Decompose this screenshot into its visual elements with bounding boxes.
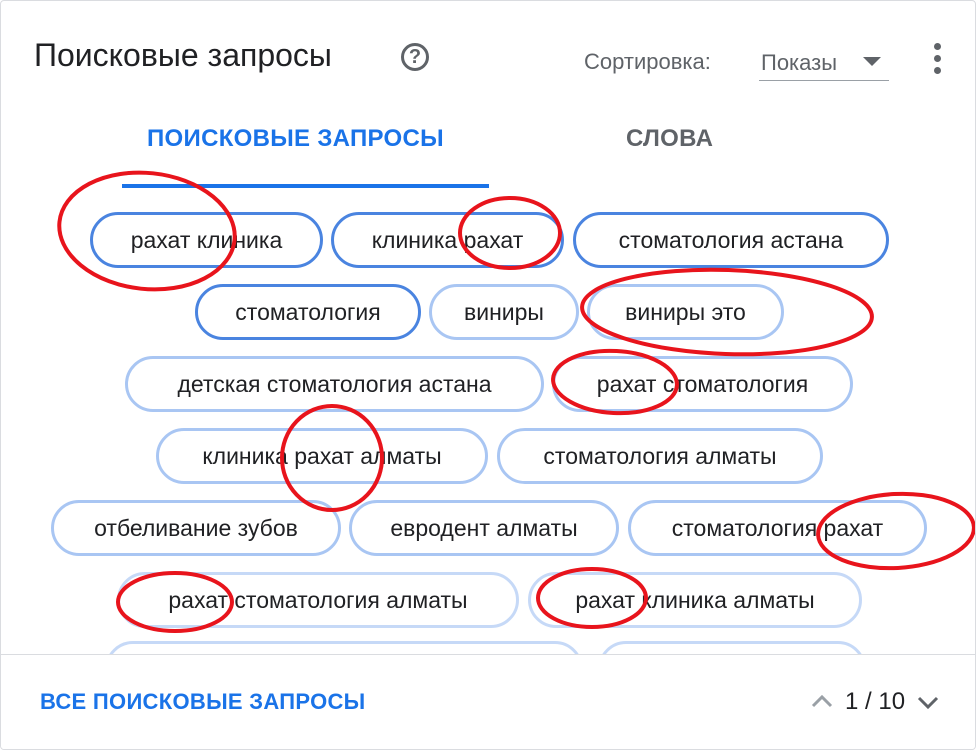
pagination: 1 / 10 (809, 685, 941, 719)
query-chip[interactable]: рахат клиника алматы (528, 572, 862, 628)
chevron-up-icon[interactable] (809, 689, 835, 715)
active-tab-indicator (122, 184, 489, 188)
query-chip[interactable]: стоматология (195, 284, 421, 340)
sort-label: Сортировка: (584, 49, 711, 74)
tab-words[interactable]: СЛОВА (626, 125, 713, 153)
query-chip[interactable]: отбеливание зубов (51, 500, 341, 556)
page-indicator: 1 / 10 (845, 688, 906, 715)
query-chip[interactable]: виниры это (587, 284, 784, 340)
query-chip[interactable]: евродент алматы (349, 500, 619, 556)
card-title: Поисковые запросы (34, 37, 332, 73)
all-search-queries-link[interactable]: ВСЕ ПОИСКОВЫЕ ЗАПРОСЫ (40, 689, 366, 715)
card-footer: ВСЕ ПОИСКОВЫЕ ЗАПРОСЫ 1 / 10 (1, 654, 975, 749)
query-chip[interactable]: клиника рахат (331, 212, 564, 268)
query-chip[interactable]: рахат клиника (90, 212, 323, 268)
query-chip[interactable]: виниры (429, 284, 579, 340)
query-chip[interactable]: стоматология астана (573, 212, 889, 268)
chevron-down-icon[interactable] (915, 689, 941, 715)
query-chip[interactable]: рахат стоматология (552, 356, 853, 412)
query-chip[interactable]: стоматология рахат (628, 500, 927, 556)
sort-dropdown-value: Показы (761, 50, 838, 75)
query-chip[interactable]: рахат стоматология алматы (117, 572, 519, 628)
query-chip[interactable]: клиника рахат алматы (156, 428, 488, 484)
search-queries-card: Поисковые запросы ? Сортировка: Показы П… (0, 0, 976, 750)
query-chip[interactable]: стоматология алматы (497, 428, 823, 484)
tab-search-queries[interactable]: ПОИСКОВЫЕ ЗАПРОСЫ (147, 125, 444, 153)
sort-dropdown[interactable]: Показы (759, 43, 889, 81)
query-chip[interactable]: детская стоматология астана (125, 356, 544, 412)
help-circle-icon[interactable]: ? (401, 43, 429, 71)
more-vert-icon[interactable] (927, 43, 947, 79)
dropdown-arrow-icon (863, 57, 881, 66)
